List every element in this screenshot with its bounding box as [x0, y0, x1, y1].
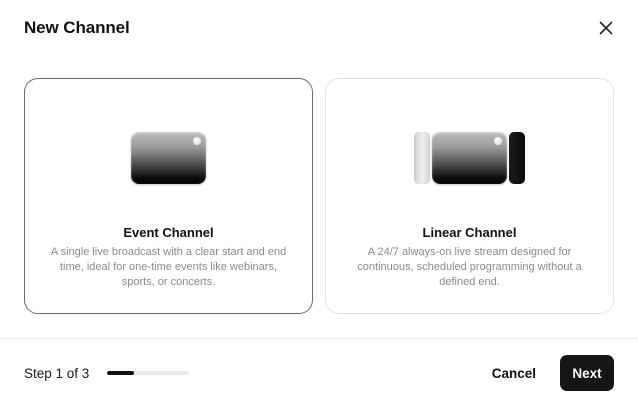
cancel-button[interactable]: Cancel	[492, 366, 536, 381]
event-channel-description: A single live broadcast with a clear sta…	[50, 246, 287, 288]
linear-channel-title: Linear Channel	[422, 225, 517, 240]
single-screen-illustration	[25, 132, 312, 184]
previous-screen-icon	[414, 132, 430, 184]
screen-carousel-illustration	[326, 132, 613, 184]
next-screen-icon	[509, 132, 525, 184]
step-progress-fill	[107, 371, 135, 375]
screen-icon	[432, 132, 507, 184]
dialog-actions: Cancel Next	[492, 355, 614, 391]
close-icon	[599, 21, 613, 35]
new-channel-dialog: New Channel Event Channel A single live …	[0, 0, 638, 407]
step-progress-bar	[107, 371, 190, 375]
screen-icon	[131, 132, 206, 184]
step-text: Step 1 of 3	[24, 365, 90, 381]
linear-channel-description: A 24/7 always-on live stream designed fo…	[357, 246, 582, 288]
dialog-footer: Step 1 of 3 Cancel Next	[24, 355, 614, 391]
dialog-title: New Channel	[24, 18, 130, 37]
event-channel-card[interactable]: Event Channel A single live broadcast wi…	[24, 78, 313, 314]
channel-type-options: Event Channel A single live broadcast wi…	[24, 78, 614, 314]
linear-channel-card[interactable]: Linear Channel A 24/7 always-on live str…	[325, 78, 614, 314]
next-button[interactable]: Next	[560, 355, 614, 391]
footer-divider	[0, 338, 638, 339]
event-channel-title: Event Channel	[123, 225, 214, 240]
step-indicator: Step 1 of 3	[24, 365, 190, 381]
close-button[interactable]	[594, 16, 618, 40]
dialog-header: New Channel	[24, 14, 614, 42]
